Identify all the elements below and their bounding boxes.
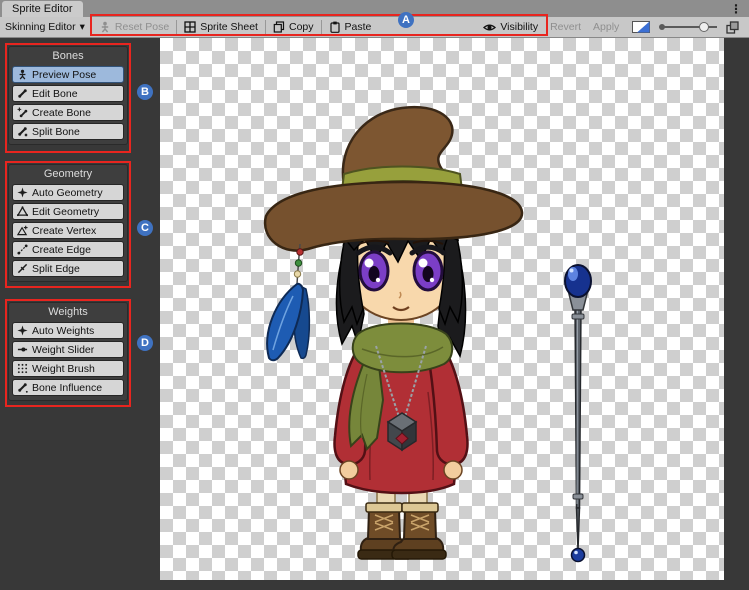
tool-sidebar: Bones Preview Pose Edit Bone bbox=[0, 38, 160, 590]
visibility-icon bbox=[483, 22, 496, 33]
copy-icon bbox=[273, 21, 285, 33]
edit-geometry-button[interactable]: Edit Geometry bbox=[12, 203, 124, 220]
create-vertex-icon bbox=[17, 225, 28, 236]
feather-charm bbox=[267, 244, 309, 360]
hand-right bbox=[444, 461, 462, 479]
tab-strip: Sprite Editor ⋮ bbox=[0, 0, 749, 17]
button-label: Create Vertex bbox=[32, 225, 96, 237]
revert-label: Revert bbox=[550, 21, 581, 33]
apply-button[interactable]: Apply bbox=[587, 17, 625, 37]
sprite-canvas[interactable] bbox=[160, 38, 724, 580]
split-edge-icon bbox=[17, 263, 28, 274]
visibility-button[interactable]: Visibility bbox=[477, 17, 544, 37]
weight-slider-button[interactable]: Weight Slider bbox=[12, 341, 124, 358]
weights-panel: Weights Auto Weights Weight Slider bbox=[8, 302, 128, 401]
weights-panel-title: Weights bbox=[12, 306, 124, 318]
sprite-sheet-label: Sprite Sheet bbox=[200, 21, 258, 33]
toolbar-separator bbox=[265, 20, 266, 34]
preview-pose-button[interactable]: Preview Pose bbox=[12, 66, 124, 83]
edit-bone-icon bbox=[17, 88, 28, 99]
button-label: Auto Weights bbox=[32, 325, 94, 337]
staff-bottom-gem bbox=[572, 549, 585, 562]
texture-preview-icon[interactable] bbox=[632, 21, 650, 33]
edit-geometry-icon bbox=[17, 206, 28, 217]
create-bone-icon bbox=[17, 107, 28, 118]
geometry-panel-title: Geometry bbox=[12, 168, 124, 180]
scarf-wrap bbox=[353, 324, 452, 373]
bones-panel-title: Bones bbox=[12, 50, 124, 62]
reset-pose-icon bbox=[99, 21, 111, 33]
tab-title: Sprite Editor bbox=[12, 3, 73, 15]
layers-icon[interactable] bbox=[726, 21, 739, 34]
auto-weights-icon bbox=[17, 325, 28, 336]
reset-pose-label: Reset Pose bbox=[115, 21, 169, 33]
revert-button[interactable]: Revert bbox=[544, 17, 587, 37]
sprite-sheet-icon bbox=[184, 21, 196, 33]
split-bone-button[interactable]: Split Bone bbox=[12, 123, 124, 140]
copy-button[interactable]: Copy bbox=[267, 17, 320, 37]
paste-icon bbox=[329, 21, 341, 33]
paste-label: Paste bbox=[345, 21, 372, 33]
geometry-panel: Geometry Auto Geometry Edit Geometry bbox=[8, 164, 128, 282]
auto-geometry-button[interactable]: Auto Geometry bbox=[12, 184, 124, 201]
split-bone-icon bbox=[17, 126, 28, 137]
button-label: Split Bone bbox=[32, 126, 80, 138]
chevron-down-icon: ▾ bbox=[80, 21, 85, 33]
button-label: Bone Influence bbox=[32, 382, 102, 394]
button-label: Auto Geometry bbox=[32, 187, 103, 199]
sprite-editor-window: Sprite Editor ⋮ Skinning Editor ▾ Reset … bbox=[0, 0, 749, 590]
button-label: Weight Brush bbox=[32, 363, 95, 375]
paste-button[interactable]: Paste bbox=[323, 17, 378, 37]
auto-weights-button[interactable]: Auto Weights bbox=[12, 322, 124, 339]
reset-pose-button[interactable]: Reset Pose bbox=[93, 17, 175, 37]
alpha-slider[interactable] bbox=[659, 21, 717, 33]
button-label: Edit Geometry bbox=[32, 206, 99, 218]
button-label: Weight Slider bbox=[32, 344, 94, 356]
copy-label: Copy bbox=[289, 21, 314, 33]
hand-left bbox=[340, 461, 358, 479]
weight-brush-button[interactable]: Weight Brush bbox=[12, 360, 124, 377]
tab-sprite-editor[interactable]: Sprite Editor bbox=[2, 1, 83, 17]
button-label: Create Bone bbox=[32, 107, 91, 119]
create-edge-button[interactable]: Create Edge bbox=[12, 241, 124, 258]
toolbar-right-group bbox=[632, 21, 749, 34]
create-vertex-button[interactable]: Create Vertex bbox=[12, 222, 124, 239]
toolbar-separator bbox=[91, 20, 92, 34]
window-menu-icon[interactable]: ⋮ bbox=[723, 2, 749, 16]
button-label: Create Edge bbox=[32, 244, 91, 256]
button-label: Preview Pose bbox=[32, 69, 96, 81]
toolbar-separator bbox=[321, 20, 322, 34]
weight-brush-icon bbox=[17, 363, 28, 374]
create-edge-icon bbox=[17, 244, 28, 255]
edit-bone-button[interactable]: Edit Bone bbox=[12, 85, 124, 102]
button-label: Split Edge bbox=[32, 263, 80, 275]
visibility-label: Visibility bbox=[500, 21, 538, 33]
preview-pose-icon bbox=[17, 69, 28, 80]
sprite-sheet-button[interactable]: Sprite Sheet bbox=[178, 17, 264, 37]
staff-shaft bbox=[572, 306, 584, 550]
slider-knob[interactable] bbox=[699, 22, 709, 32]
dropdown-label: Skinning Editor bbox=[5, 21, 76, 33]
toolbar-separator bbox=[176, 20, 177, 34]
weight-slider-icon bbox=[17, 344, 28, 355]
bones-panel: Bones Preview Pose Edit Bone bbox=[8, 46, 128, 145]
staff-head bbox=[565, 265, 591, 310]
button-label: Edit Bone bbox=[32, 88, 78, 100]
staff-sprite bbox=[552, 256, 602, 566]
toolbar: Skinning Editor ▾ Reset Pose Sprite Shee… bbox=[0, 17, 749, 38]
skinning-editor-dropdown[interactable]: Skinning Editor ▾ bbox=[0, 17, 90, 37]
create-bone-button[interactable]: Create Bone bbox=[12, 104, 124, 121]
auto-geometry-icon bbox=[17, 187, 28, 198]
bone-influence-icon bbox=[17, 382, 28, 393]
character-sprite bbox=[212, 92, 572, 577]
apply-label: Apply bbox=[593, 21, 619, 33]
hat bbox=[265, 107, 522, 250]
bone-influence-button[interactable]: Bone Influence bbox=[12, 379, 124, 396]
split-edge-button[interactable]: Split Edge bbox=[12, 260, 124, 277]
